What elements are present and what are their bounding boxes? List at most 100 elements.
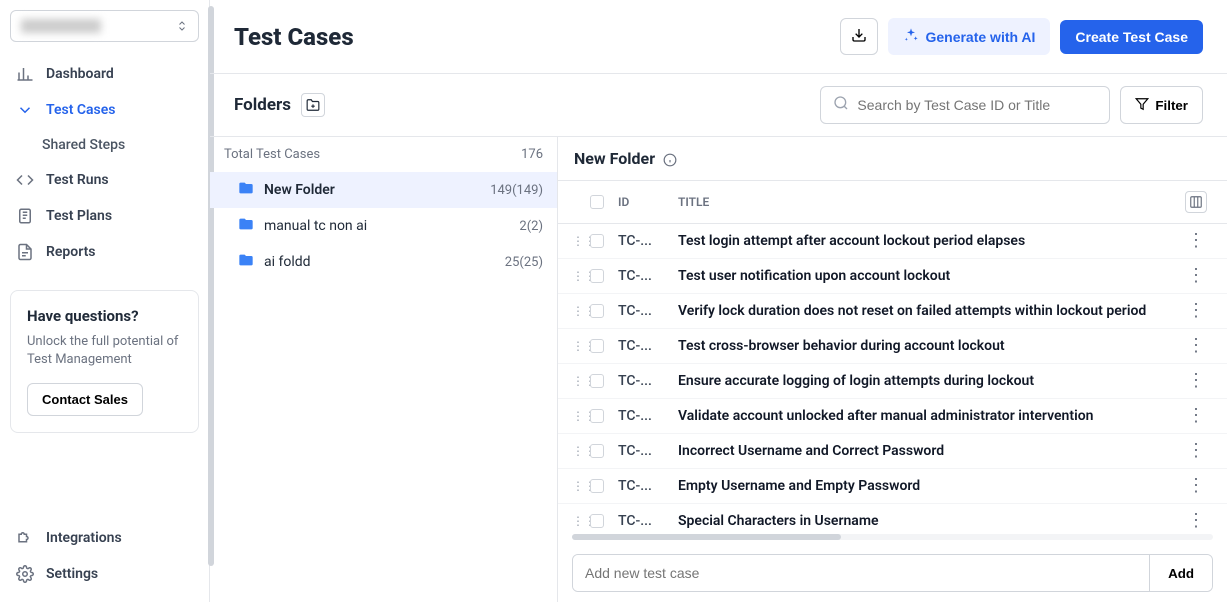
drag-handle-icon[interactable]: ⋮⋮ [572,479,590,493]
drag-handle-icon[interactable]: ⋮⋮ [572,374,590,388]
row-checkbox[interactable] [590,444,604,458]
row-checkbox[interactable] [590,339,604,353]
folder-icon [238,180,254,200]
drag-handle-icon[interactable]: ⋮⋮ [572,444,590,458]
filter-icon [1135,97,1149,114]
row-id: TC-... [618,408,678,424]
generate-ai-button[interactable]: Generate with AI [888,18,1050,55]
search-box[interactable] [820,86,1110,124]
drag-handle-icon[interactable]: ⋮⋮ [572,409,590,423]
columns-settings-button[interactable] [1185,191,1207,213]
folders-heading: Folders [234,95,291,115]
row-more-button[interactable]: ⋮ [1187,337,1205,355]
row-checkbox[interactable] [590,514,604,528]
table-row[interactable]: ⋮⋮ TC-... Ensure accurate logging of log… [558,364,1227,399]
table-row[interactable]: ⋮⋮ TC-... Special Characters in Username… [558,504,1227,532]
row-more-button[interactable]: ⋮ [1187,477,1205,495]
folder-row[interactable]: manual tc non ai 2(2) [210,208,557,244]
row-id: TC-... [618,443,678,459]
code-icon [16,171,34,189]
folder-count: 2(2) [519,219,543,234]
filter-label: Filter [1155,98,1188,113]
puzzle-icon [16,529,34,547]
sidebar-item-test-plans[interactable]: Test Plans [0,198,209,234]
row-title: Incorrect Username and Correct Password [678,443,1179,459]
cases-folder-header: New Folder [558,137,1227,181]
table-row[interactable]: ⋮⋮ TC-... Test cross-browser behavior du… [558,329,1227,364]
sidebar-bottom: Integrations Settings [0,520,209,592]
add-folder-button[interactable] [301,93,325,117]
create-test-case-button[interactable]: Create Test Case [1060,20,1203,54]
row-checkbox[interactable] [590,409,604,423]
folders-total-row: Total Test Cases 176 [210,137,557,172]
table-row[interactable]: ⋮⋮ TC-... Test user notification upon ac… [558,259,1227,294]
sidebar-item-label: Shared Steps [42,137,125,153]
project-selector[interactable] [10,10,199,42]
drag-handle-icon[interactable]: ⋮⋮ [572,234,590,248]
document-icon [16,243,34,261]
table-row[interactable]: ⋮⋮ TC-... Incorrect Username and Correct… [558,434,1227,469]
sidebar-item-test-cases[interactable]: Test Cases [0,92,209,128]
column-id-header[interactable]: ID [618,195,678,209]
sidebar-item-settings[interactable]: Settings [0,556,209,592]
gear-icon [16,565,34,583]
drag-handle-icon[interactable]: ⋮⋮ [572,514,590,528]
row-title: Test user notification upon account lock… [678,268,1179,284]
clipboard-icon [16,207,34,225]
row-more-button[interactable]: ⋮ [1187,302,1205,320]
table-row[interactable]: ⋮⋮ TC-... Verify lock duration does not … [558,294,1227,329]
add-test-case-button[interactable]: Add [1149,555,1212,591]
promo-body: Unlock the full potential of Test Manage… [27,333,182,369]
search-input[interactable] [857,97,1097,113]
sidebar-item-reports[interactable]: Reports [0,234,209,270]
download-button[interactable] [840,18,878,55]
table-row[interactable]: ⋮⋮ TC-... Validate account unlocked afte… [558,399,1227,434]
folder-row[interactable]: New Folder 149(149) [210,172,557,208]
table-row[interactable]: ⋮⋮ TC-... Test login attempt after accou… [558,224,1227,259]
content: Total Test Cases 176 New Folder 149(149)… [210,136,1227,602]
sparkle-icon [903,27,919,46]
sidebar-item-integrations[interactable]: Integrations [0,520,209,556]
row-more-button[interactable]: ⋮ [1187,407,1205,425]
row-title: Test cross-browser behavior during accou… [678,338,1179,354]
row-checkbox[interactable] [590,304,604,318]
row-checkbox[interactable] [590,269,604,283]
row-checkbox[interactable] [590,479,604,493]
add-test-case-row: Add [572,554,1213,592]
horizontal-scroll-thumb[interactable] [572,534,841,540]
column-title-header[interactable]: TITLE [678,195,1179,209]
drag-handle-icon[interactable]: ⋮⋮ [572,304,590,318]
add-test-case-input[interactable] [573,555,1149,591]
folder-name: manual tc non ai [264,218,367,234]
contact-sales-button[interactable]: Contact Sales [27,383,143,416]
sidebar-item-test-runs[interactable]: Test Runs [0,162,209,198]
filter-button[interactable]: Filter [1120,86,1203,124]
bar-chart-icon [16,65,34,83]
promo-card: Have questions? Unlock the full potentia… [10,290,199,433]
sidebar-item-shared-steps[interactable]: Shared Steps [0,128,209,162]
horizontal-scrollbar[interactable] [572,534,1213,540]
folder-row[interactable]: ai foldd 25(25) [210,244,557,280]
select-all-checkbox[interactable] [590,195,604,209]
sidebar-nav: Dashboard Test Cases Shared Steps Test R… [0,56,209,270]
generate-ai-label: Generate with AI [925,29,1035,45]
sidebar-item-dashboard[interactable]: Dashboard [0,56,209,92]
folder-count: 25(25) [505,255,543,270]
folder-name: New Folder [264,182,335,198]
row-more-button[interactable]: ⋮ [1187,512,1205,530]
drag-handle-icon[interactable]: ⋮⋮ [572,269,590,283]
subheader-left: Folders [234,93,325,117]
header-actions: Generate with AI Create Test Case [840,18,1203,55]
drag-handle-icon[interactable]: ⋮⋮ [572,339,590,353]
row-checkbox[interactable] [590,234,604,248]
total-label: Total Test Cases [224,147,320,162]
row-more-button[interactable]: ⋮ [1187,442,1205,460]
info-icon[interactable] [663,152,677,166]
sidebar-item-label: Test Plans [46,208,112,224]
row-more-button[interactable]: ⋮ [1187,232,1205,250]
subheader-right: Filter [820,86,1203,124]
row-more-button[interactable]: ⋮ [1187,267,1205,285]
row-more-button[interactable]: ⋮ [1187,372,1205,390]
table-row[interactable]: ⋮⋮ TC-... Empty Username and Empty Passw… [558,469,1227,504]
row-checkbox[interactable] [590,374,604,388]
